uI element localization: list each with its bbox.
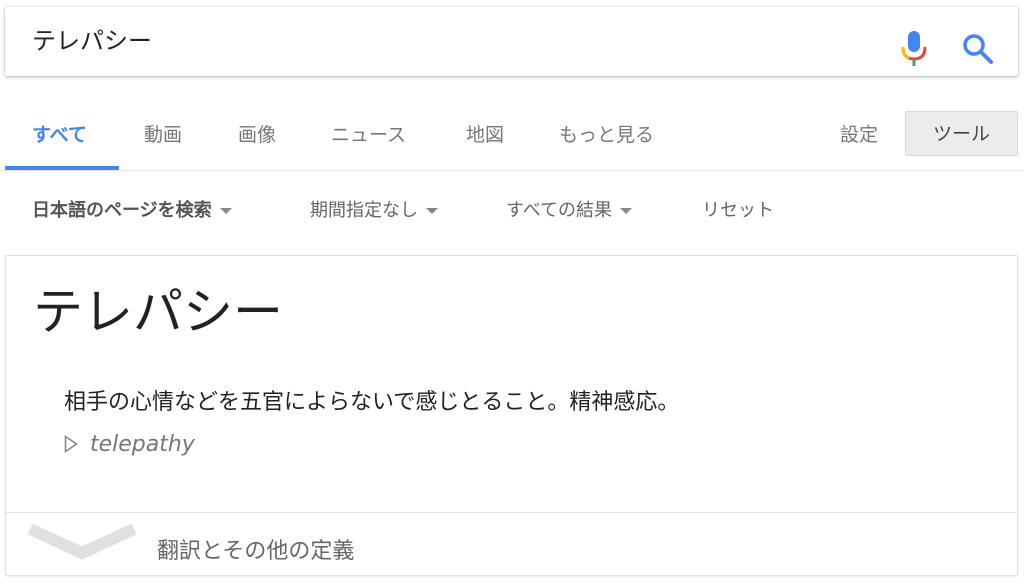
chevron-down-icon (28, 523, 136, 560)
caret-down-icon (219, 208, 232, 214)
tab-images[interactable]: 画像 (238, 120, 276, 147)
expand-label: 翻訳とその他の定義 (157, 539, 355, 564)
search-input[interactable]: テレパシー (32, 24, 152, 58)
translation-text: telepathy (90, 432, 195, 457)
reset-link[interactable]: リセット (702, 196, 774, 222)
period-filter-dropdown[interactable]: 期間指定なし (310, 196, 438, 222)
translation-row: telepathy (64, 432, 195, 457)
language-filter-dropdown[interactable]: 日本語のページを検索 (32, 196, 232, 222)
search-box[interactable]: テレパシー (5, 7, 1018, 76)
tab-videos[interactable]: 動画 (144, 120, 182, 147)
tools-button[interactable]: ツール (905, 111, 1018, 156)
tools-filter-row: 日本語のページを検索 期間指定なし すべての結果 リセット (0, 171, 1024, 246)
tab-more[interactable]: もっと見る (559, 120, 654, 147)
search-icon[interactable] (960, 31, 996, 67)
search-tabs: すべて 動画 画像 ニュース 地図 もっと見る 設定 ツール (0, 100, 1024, 170)
language-filter-label: 日本語のページを検索 (32, 200, 212, 221)
tab-maps[interactable]: 地図 (466, 120, 504, 147)
dictionary-term: テレパシー (33, 283, 283, 341)
tab-news[interactable]: ニュース (331, 120, 406, 147)
definition-text: 相手の心情などを五官によらないで感じとること。精神感応。 (64, 390, 680, 415)
results-filter-dropdown[interactable]: すべての結果 (506, 196, 633, 222)
caret-down-icon (426, 208, 438, 214)
microphone-icon[interactable] (899, 29, 929, 69)
caret-down-icon (620, 208, 633, 214)
results-filter-label: すべての結果 (506, 200, 613, 221)
expand-definitions-button[interactable]: 翻訳とその他の定義 (6, 513, 1017, 575)
tab-all[interactable]: すべて (32, 120, 87, 147)
settings-link[interactable]: 設定 (840, 120, 878, 147)
dictionary-card: テレパシー 相手の心情などを五官によらないで感じとること。精神感応。 telep… (5, 255, 1018, 576)
period-filter-label: 期間指定なし (310, 200, 418, 221)
play-triangle-icon (64, 435, 78, 453)
